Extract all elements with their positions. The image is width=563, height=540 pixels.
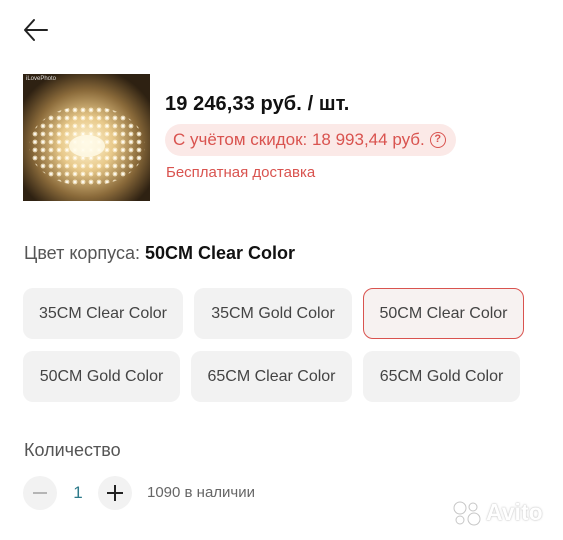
quantity-label: Количество — [24, 440, 121, 460]
minus-icon — [33, 492, 47, 494]
quantity-decrease-button[interactable] — [23, 476, 57, 510]
question-icon[interactable]: ? — [429, 132, 446, 148]
color-option[interactable]: 35CM Gold Color — [194, 288, 352, 339]
chandelier-image — [23, 74, 150, 201]
back-button[interactable] — [20, 14, 54, 46]
color-option[interactable]: 65CM Gold Color — [363, 351, 520, 402]
discount-price-badge[interactable]: С учётом скидок: 18 993,44 руб. ? — [165, 124, 456, 156]
delivery-info: Бесплатная доставка — [166, 164, 316, 181]
color-option[interactable]: 65CM Clear Color — [191, 351, 352, 402]
discount-price-text: С учётом скидок: 18 993,44 руб. — [173, 130, 425, 149]
color-option[interactable]: 50CM Gold Color — [23, 351, 180, 402]
arrow-left-icon — [24, 19, 48, 41]
selected-color-value: 50CM Clear Color — [145, 243, 296, 263]
product-image: iLovePhoto — [23, 74, 150, 201]
avito-logo-icon — [453, 501, 481, 525]
quantity-increase-button[interactable] — [98, 476, 132, 510]
quantity-value: 1 — [73, 483, 83, 502]
product-price: 19 246,33 руб. / шт. — [165, 93, 350, 115]
stock-count: 1090 в наличии — [147, 484, 256, 501]
color-option[interactable]: 35CM Clear Color — [23, 288, 183, 339]
image-watermark: iLovePhoto — [26, 76, 57, 82]
avito-watermark-text: Avito — [486, 499, 543, 525]
color-label-text: Цвет корпуса: — [24, 243, 145, 263]
avito-watermark: Avito — [452, 499, 543, 526]
color-selector-label: Цвет корпуса: 50CM Clear Color — [24, 243, 295, 264]
color-option-selected[interactable]: 50CM Clear Color — [363, 288, 524, 339]
